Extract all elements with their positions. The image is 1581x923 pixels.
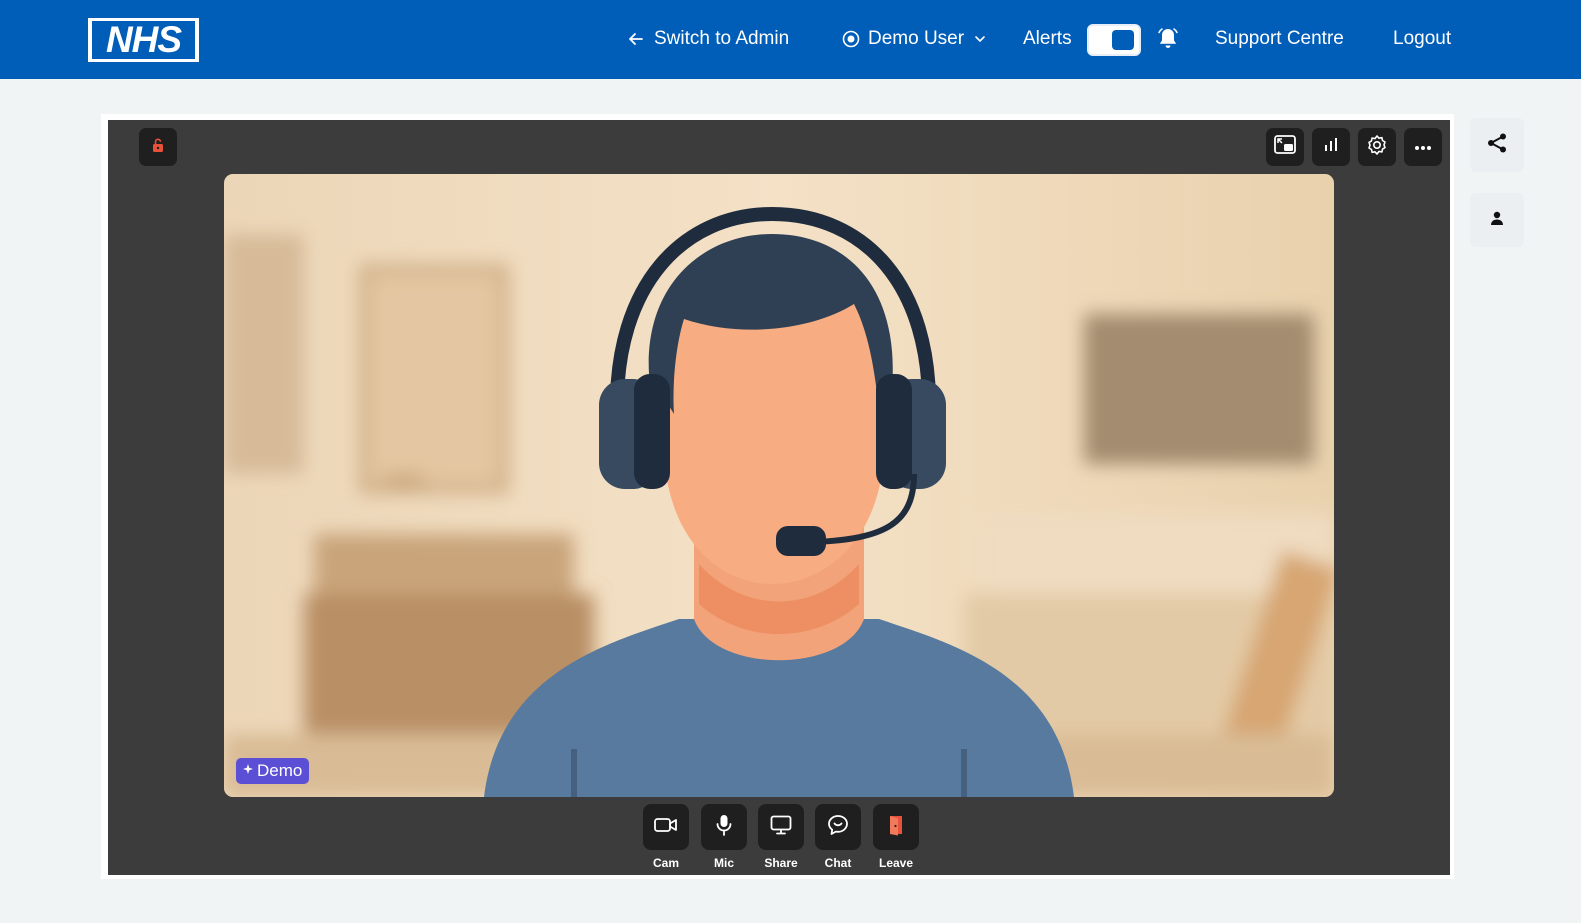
more-icon — [1414, 138, 1432, 156]
support-centre-link[interactable]: Support Centre — [1215, 24, 1344, 54]
leave-label: Leave — [878, 856, 914, 870]
picture-in-picture-icon — [1273, 134, 1297, 161]
chat-icon — [827, 814, 849, 841]
share-screen-button-tile[interactable] — [758, 804, 804, 850]
screen-share-icon — [770, 815, 792, 840]
microphone-button-tile[interactable] — [701, 804, 747, 850]
user-menu[interactable]: Demo User — [842, 24, 986, 54]
sparkle-icon — [242, 758, 254, 784]
alerts-label: Alerts — [1023, 28, 1072, 49]
logout-link[interactable]: Logout — [1393, 24, 1451, 54]
share-screen-button[interactable]: Share — [758, 804, 804, 870]
lock-toggle-button[interactable] — [139, 128, 177, 166]
chat-button[interactable]: Chat — [815, 804, 861, 870]
camera-button-tile[interactable] — [643, 804, 689, 850]
leave-door-icon — [887, 814, 905, 841]
alerts-toggle[interactable] — [1087, 24, 1141, 56]
camera-button[interactable]: Cam — [643, 804, 689, 870]
camera-icon — [654, 816, 678, 839]
share-link-button[interactable] — [1470, 118, 1524, 172]
user-name: Demo User — [868, 28, 965, 49]
leave-call-button[interactable]: Leave — [873, 804, 919, 870]
toggle-knob — [1112, 30, 1134, 50]
picture-in-picture-button[interactable] — [1266, 128, 1304, 166]
unlock-icon — [150, 137, 166, 158]
top-navigation-bar: NHS Switch to Admin Demo User Alerts Sup… — [0, 0, 1581, 79]
leave-call-button-tile[interactable] — [873, 804, 919, 850]
person-icon — [1489, 210, 1505, 231]
nhs-logo[interactable]: NHS — [88, 18, 199, 62]
microphone-icon — [715, 814, 733, 841]
logo-text: NHS — [92, 21, 195, 59]
switch-to-admin-label: Switch to Admin — [654, 28, 790, 49]
share-icon — [1486, 132, 1508, 159]
participant-name: Demo — [257, 761, 303, 780]
stats-icon — [1322, 136, 1340, 159]
participant-name-badge: Demo — [236, 758, 310, 784]
stats-button[interactable] — [1312, 128, 1350, 166]
chat-button-tile[interactable] — [815, 804, 861, 850]
settings-button[interactable] — [1358, 128, 1396, 166]
arrow-left-icon — [628, 31, 644, 47]
microphone-button[interactable]: Mic — [701, 804, 747, 870]
user-circle-icon — [842, 30, 860, 48]
more-options-button[interactable] — [1404, 128, 1442, 166]
participant-video — [224, 174, 1334, 797]
participants-button[interactable] — [1470, 193, 1524, 247]
gear-icon — [1366, 134, 1388, 161]
bell-icon[interactable] — [1155, 26, 1181, 57]
chevron-down-icon — [974, 33, 986, 45]
switch-to-admin-link[interactable]: Switch to Admin — [628, 24, 789, 54]
